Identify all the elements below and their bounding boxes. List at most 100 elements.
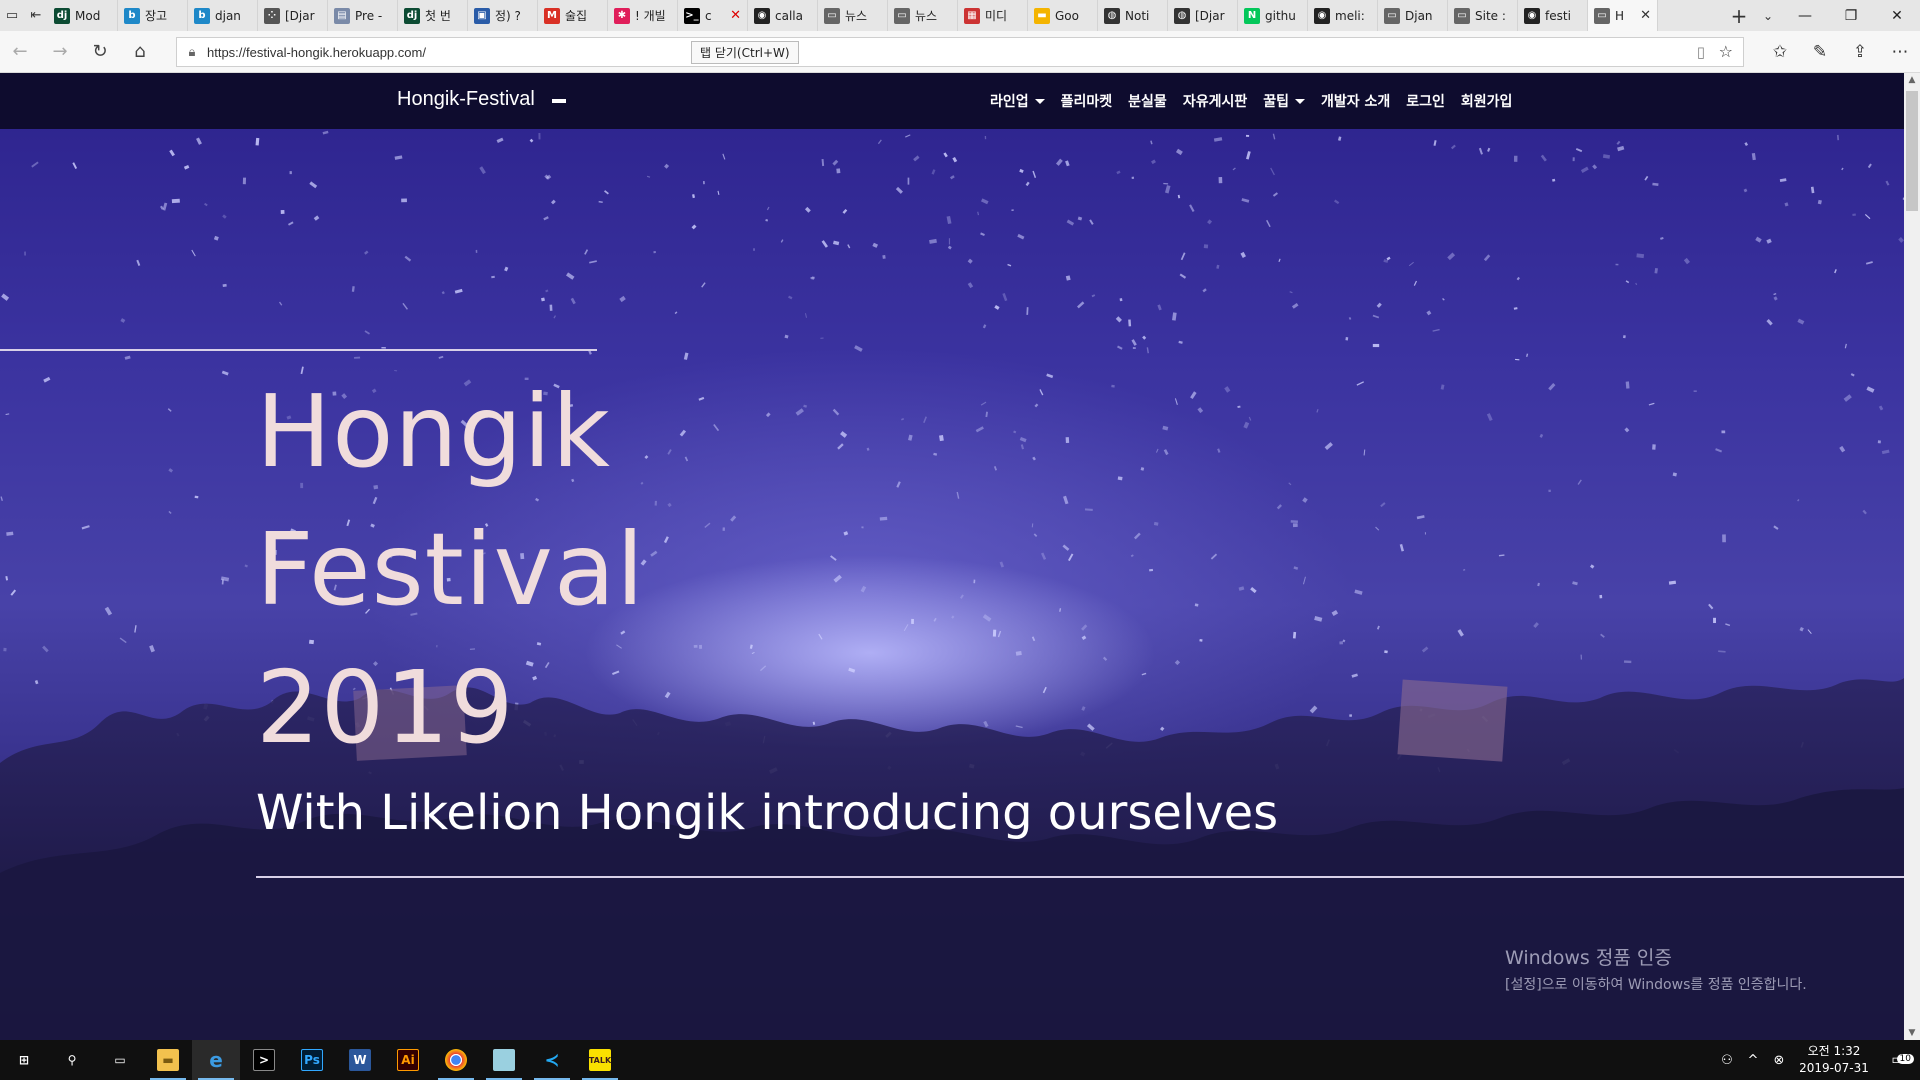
address-bar[interactable]: 🔒︎ https://festival-hongik.herokuapp.com… bbox=[176, 37, 1744, 67]
browser-tab[interactable]: Ngithu bbox=[1238, 0, 1308, 31]
menu-toggle-icon[interactable] bbox=[552, 99, 566, 103]
start-button[interactable]: ⊞ bbox=[0, 1040, 48, 1080]
nav-tips[interactable]: 꿀팁 bbox=[1263, 91, 1305, 111]
new-tab-button[interactable]: + bbox=[1724, 0, 1754, 31]
browser-tab[interactable]: dj Mod bbox=[48, 0, 118, 31]
tab-label: 술집 bbox=[565, 9, 588, 23]
web-note-pen-icon[interactable]: ✎ bbox=[1800, 42, 1840, 62]
site-brand-link[interactable]: Hongik-Festival bbox=[397, 88, 535, 111]
terminal-icon: >_ bbox=[684, 7, 700, 24]
minimize-button[interactable]: — bbox=[1782, 0, 1828, 31]
tab-label: 장고 bbox=[145, 9, 168, 23]
favorites-hub-icon[interactable]: ✩ bbox=[1760, 42, 1800, 62]
home-button[interactable]: ⌂ bbox=[120, 32, 160, 72]
browser-tab[interactable]: ▦ 미디 bbox=[958, 0, 1028, 31]
tab-label: ! 개빌 bbox=[635, 9, 666, 23]
browser-tab[interactable]: ▭ 뉴스 bbox=[888, 0, 958, 31]
system-tray: ⚇ ^ ⊗ 오전 1:32 2019-07-31 ▭ 10 bbox=[1714, 1040, 1920, 1080]
browser-tab[interactable]: ▣ 정) ? bbox=[468, 0, 538, 31]
browser-tab[interactable]: ◉ festi bbox=[1518, 0, 1588, 31]
browser-tab[interactable]: ◉ calla bbox=[748, 0, 818, 31]
nav-flea-market[interactable]: 플리마켓 bbox=[1061, 91, 1113, 111]
taskbar-file-explorer[interactable]: ▬ bbox=[144, 1040, 192, 1080]
nav-free-board[interactable]: 자유게시판 bbox=[1183, 91, 1247, 111]
url-text[interactable]: https://festival-hongik.herokuapp.com/ bbox=[207, 45, 426, 60]
restore-button[interactable]: ❐ bbox=[1828, 0, 1874, 31]
more-menu-icon[interactable]: ⋯ bbox=[1880, 42, 1920, 62]
nav-signup[interactable]: 회원가입 bbox=[1461, 91, 1513, 111]
action-center-button[interactable]: ▭ 10 bbox=[1876, 1052, 1920, 1068]
activation-message: [설정]으로 이동하여 Windows를 정품 인증합니다. bbox=[1505, 977, 1807, 993]
tab-label: 뉴스 bbox=[845, 9, 868, 23]
scroll-up-arrow-icon[interactable]: ▲ bbox=[1904, 75, 1920, 85]
task-view-icon: ▭ bbox=[114, 1053, 126, 1067]
browser-tab[interactable]: ▭ 뉴스 bbox=[818, 0, 888, 31]
taskbar-photoshop[interactable]: Ps bbox=[288, 1040, 336, 1080]
hero-divider-bottom bbox=[256, 876, 1904, 878]
tab-overflow-chevron-icon[interactable]: ⌄ bbox=[1754, 0, 1782, 31]
browser-tab[interactable]: ✱ ! 개빌 bbox=[608, 0, 678, 31]
search-button[interactable]: ⚲ bbox=[48, 1040, 96, 1080]
taskbar-app[interactable] bbox=[480, 1040, 528, 1080]
browser-tab[interactable]: b djan bbox=[188, 0, 258, 31]
nav-lineup[interactable]: 라인업 bbox=[990, 91, 1045, 111]
browser-tab[interactable]: b 장고 bbox=[118, 0, 188, 31]
browser-tab[interactable]: ◍ [Djar bbox=[1168, 0, 1238, 31]
media-icon: ▦ bbox=[964, 7, 980, 24]
browser-tab[interactable]: ⁘ [Djar bbox=[258, 0, 328, 31]
taskbar-chrome[interactable] bbox=[432, 1040, 480, 1080]
taskbar-edge[interactable]: e bbox=[192, 1040, 240, 1080]
browser-toolbar: ← → ↻ ⌂ 🔒︎ https://festival-hongik.herok… bbox=[0, 31, 1920, 73]
chrome-icon bbox=[445, 1049, 467, 1071]
browser-tab[interactable]: ▭ H ✕ bbox=[1588, 0, 1658, 31]
taskbar-vscode[interactable]: ≺ bbox=[528, 1040, 576, 1080]
browser-tab[interactable]: ▤ Pre - bbox=[328, 0, 398, 31]
close-tab-icon[interactable]: ✕ bbox=[730, 8, 741, 23]
browser-tab[interactable]: ◉ meli: bbox=[1308, 0, 1378, 31]
tab-icon: ▭ bbox=[824, 7, 840, 24]
dots-icon: ⁘ bbox=[264, 7, 280, 24]
caret-down-icon bbox=[1294, 98, 1305, 104]
windows-activation-watermark: Windows 정품 인증 [설정]으로 이동하여 Windows를 정품 인증… bbox=[1505, 943, 1807, 994]
clock[interactable]: 오전 1:32 2019-07-31 bbox=[1792, 1043, 1876, 1077]
tab-label: Pre - bbox=[355, 8, 383, 23]
nav-developers[interactable]: 개발자 소개 bbox=[1321, 91, 1390, 111]
nav-login[interactable]: 로그인 bbox=[1406, 91, 1445, 111]
favorite-star-icon[interactable]: ☆ bbox=[1719, 42, 1733, 61]
nav-label: 로그인 bbox=[1406, 94, 1445, 110]
task-view-button[interactable]: ▭ bbox=[96, 1040, 144, 1080]
page-icon: ▤ bbox=[334, 7, 350, 24]
tab-preview-icon[interactable]: ▭ bbox=[0, 0, 24, 31]
close-tab-icon[interactable]: ✕ bbox=[1640, 8, 1651, 23]
nav-lost-found[interactable]: 분실물 bbox=[1128, 91, 1167, 111]
app-icon bbox=[493, 1049, 515, 1071]
scroll-thumb[interactable] bbox=[1906, 91, 1918, 211]
close-tab-tooltip: 탭 닫기(Ctrl+W) bbox=[691, 41, 799, 64]
taskbar-kakaotalk[interactable]: TALK bbox=[576, 1040, 624, 1080]
browser-tab[interactable]: dj 첫 번 bbox=[398, 0, 468, 31]
tray-chevron-up-icon[interactable]: ^ bbox=[1740, 1053, 1766, 1068]
close-window-button[interactable]: ✕ bbox=[1874, 0, 1920, 31]
browser-tab[interactable]: >_ c ✕ bbox=[678, 0, 748, 31]
browser-tab[interactable]: ◍ Noti bbox=[1098, 0, 1168, 31]
share-icon[interactable]: ⇪ bbox=[1840, 42, 1880, 62]
browser-tab[interactable]: ▭ Djan bbox=[1378, 0, 1448, 31]
browser-tab[interactable]: ▬ Goo bbox=[1028, 0, 1098, 31]
taskbar-word[interactable]: W bbox=[336, 1040, 384, 1080]
back-button[interactable]: ← bbox=[0, 32, 40, 72]
browser-tab[interactable]: ▭ Site : bbox=[1448, 0, 1518, 31]
reading-view-icon[interactable]: ▯ bbox=[1697, 43, 1705, 61]
hero-divider-top bbox=[0, 349, 597, 351]
tab-icon: ▭ bbox=[1454, 7, 1470, 24]
scroll-down-arrow-icon[interactable]: ▼ bbox=[1904, 1028, 1920, 1038]
network-off-icon[interactable]: ⊗ bbox=[1766, 1053, 1792, 1068]
refresh-button[interactable]: ↻ bbox=[80, 32, 120, 72]
browser-tab[interactable]: M 술집 bbox=[538, 0, 608, 31]
people-icon[interactable]: ⚇ bbox=[1714, 1053, 1740, 1068]
tab-label: Noti bbox=[1125, 8, 1150, 23]
page-scrollbar[interactable]: ▲ ▼ bbox=[1904, 73, 1920, 1040]
taskbar-illustrator[interactable]: Ai bbox=[384, 1040, 432, 1080]
forward-button[interactable]: → bbox=[40, 32, 80, 72]
taskbar-terminal[interactable]: > bbox=[240, 1040, 288, 1080]
set-aside-tabs-icon[interactable]: ⇤ bbox=[24, 0, 48, 31]
